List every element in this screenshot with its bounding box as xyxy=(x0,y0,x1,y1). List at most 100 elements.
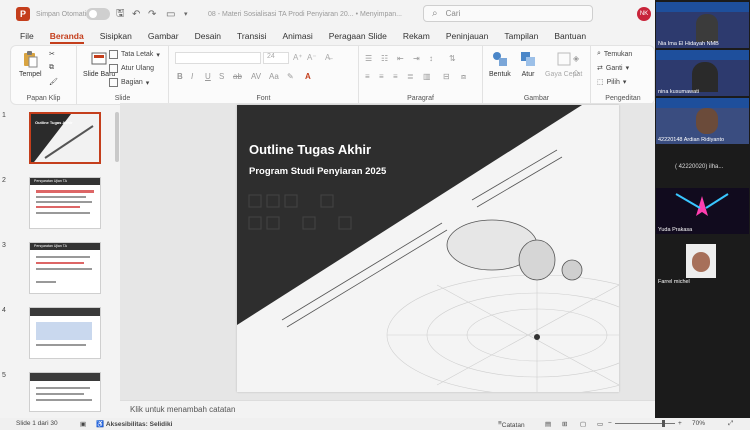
thumbnail-slide-1[interactable]: 1 Outline Tugas Akhir xyxy=(2,112,101,164)
shapes-button[interactable]: Bentuk xyxy=(489,50,511,78)
increase-indent-icon[interactable]: ⇥ xyxy=(413,54,420,63)
decrease-indent-icon[interactable]: ⇤ xyxy=(397,54,404,63)
zoom-slider-thumb[interactable] xyxy=(662,420,665,427)
slide-title[interactable]: Outline Tugas Akhir xyxy=(249,142,371,157)
columns-icon[interactable]: ▥ xyxy=(423,72,431,81)
accessibility-status[interactable]: ♿ Aksesibilitas: Selidiki xyxy=(96,420,172,428)
present-icon[interactable]: ▭ xyxy=(166,6,175,22)
zoom-out-icon[interactable]: − xyxy=(608,420,612,427)
line-spacing-icon[interactable]: ↕ xyxy=(429,54,433,63)
slide-sorter-icon[interactable]: ⊞ xyxy=(562,420,567,428)
replace-button[interactable]: ⇄ Ganti ▾ xyxy=(597,64,629,73)
tab-bantuan[interactable]: Bantuan xyxy=(546,28,594,44)
notes-pane[interactable]: Klik untuk menambah catatan xyxy=(120,400,655,418)
tab-gambar[interactable]: Gambar xyxy=(140,28,187,44)
autosave-label: Simpan Otomatis xyxy=(36,10,90,18)
slideshow-icon[interactable]: ▭ xyxy=(597,420,603,428)
thumbnail-number: 5 xyxy=(2,372,6,379)
zoom-in-icon[interactable]: + xyxy=(678,420,682,427)
quick-styles-icon xyxy=(557,52,571,66)
font-name-box[interactable] xyxy=(175,52,261,64)
thumbnail-slide-5[interactable]: 5 xyxy=(2,372,101,412)
change-case-icon[interactable]: Aa xyxy=(269,72,279,81)
tab-rekam[interactable]: Rekam xyxy=(395,28,438,44)
undo-icon[interactable]: ↶ xyxy=(132,6,140,22)
editing-group-label: Pengeditan xyxy=(605,95,641,102)
shape-fill-icon[interactable]: ◈ xyxy=(573,54,579,63)
format-painter-icon: 🖌 xyxy=(49,79,58,86)
thumbnail-slide-2[interactable]: 2 Persyaratan Ujian TA xyxy=(2,177,101,229)
tab-peninjauan[interactable]: Peninjauan xyxy=(438,28,497,44)
zoom-slider[interactable] xyxy=(615,423,675,424)
increase-font-icon[interactable]: A⁺ xyxy=(293,53,303,62)
align-center-icon[interactable]: ≡ xyxy=(379,72,384,81)
accessibility-label: Aksesibilitas: Selidiki xyxy=(105,421,173,428)
font-color-icon[interactable]: A xyxy=(305,72,311,81)
normal-view-icon[interactable]: ▤ xyxy=(545,420,551,428)
select-button[interactable]: ⬚ Pilih ▾ xyxy=(597,78,626,87)
reset-button[interactable]: Atur Ulang xyxy=(109,64,154,73)
layout-button[interactable]: Tata Letak ▾ xyxy=(109,50,160,59)
spacing-icon[interactable]: AV xyxy=(251,72,261,81)
search-box[interactable]: ⌕ Cari xyxy=(423,5,593,22)
autosave-toggle[interactable] xyxy=(86,8,110,20)
decrease-font-icon[interactable]: A⁻ xyxy=(307,53,317,62)
powerpoint-logo-icon: P xyxy=(16,7,30,21)
arrange-button[interactable]: Atur xyxy=(519,50,537,78)
tab-tampilan[interactable]: Tampilan xyxy=(496,28,546,44)
participant-tile[interactable]: Farrel michel xyxy=(656,240,749,286)
slide-subtitle[interactable]: Program Studi Penyiaran 2025 xyxy=(249,166,386,177)
notes-toggle-button[interactable]: ≡ Catatan xyxy=(498,420,525,429)
shadow-icon[interactable]: S xyxy=(219,72,224,81)
justify-icon[interactable]: ≣ xyxy=(407,72,414,81)
format-painter-button[interactable]: 🖌 xyxy=(49,78,58,86)
tab-file[interactable]: File xyxy=(12,28,42,44)
find-button[interactable]: ⌕ Temukan xyxy=(597,50,632,58)
bullets-icon[interactable]: ☰ xyxy=(365,54,372,63)
italic-icon[interactable]: I xyxy=(191,72,193,81)
find-label: Temukan xyxy=(603,50,633,58)
tab-animasi[interactable]: Animasi xyxy=(275,28,321,44)
thumbnail-scrollbar[interactable] xyxy=(115,112,119,162)
align-text-icon[interactable]: ⊟ xyxy=(443,72,450,81)
copy-button[interactable]: ⧉ xyxy=(49,64,54,72)
cut-button[interactable]: ✂ xyxy=(49,50,55,58)
tab-beranda[interactable]: Beranda xyxy=(42,28,92,44)
arrange-icon xyxy=(521,52,535,66)
participant-tile[interactable]: Yuda Prakasa xyxy=(656,188,749,234)
paste-button[interactable]: Tempel xyxy=(19,50,42,78)
shape-outline-icon[interactable]: ◇ xyxy=(573,68,579,77)
proofing-icon[interactable]: ▣ xyxy=(80,420,86,428)
zoom-level[interactable]: 70% xyxy=(692,420,705,427)
customize-toolbar-icon[interactable]: ▾ xyxy=(184,6,188,22)
tab-peragaan-slide[interactable]: Peragaan Slide xyxy=(321,28,395,44)
user-avatar[interactable]: NK xyxy=(637,7,651,21)
bold-icon[interactable]: B xyxy=(177,72,183,81)
thumbnail-slide-4[interactable]: 4 xyxy=(2,307,101,359)
redo-icon[interactable]: ↷ xyxy=(148,6,156,22)
highlight-icon[interactable]: ✎ xyxy=(287,72,294,81)
smartart-icon[interactable]: ⧈ xyxy=(461,72,466,82)
current-slide[interactable]: Outline Tugas Akhir Program Studi Penyia… xyxy=(237,105,619,392)
reading-view-icon[interactable]: ▢ xyxy=(580,420,586,428)
thumbnail-slide-3[interactable]: 3 Persyaratan Ujian TA xyxy=(2,242,101,294)
underline-icon[interactable]: U xyxy=(205,72,211,81)
strikethrough-icon[interactable]: ab xyxy=(233,72,242,81)
text-direction-icon[interactable]: ⇅ xyxy=(449,54,456,63)
align-right-icon[interactable]: ≡ xyxy=(393,72,398,81)
tab-sisipkan[interactable]: Sisipkan xyxy=(92,28,140,44)
participant-tile[interactable]: Nia Ima El Hidayah NMB xyxy=(656,2,749,48)
participant-tile[interactable]: 42220148 Ardian Ridiyanto xyxy=(656,98,749,144)
numbering-icon[interactable]: ☷ xyxy=(381,54,388,63)
clear-format-icon[interactable]: A̶ xyxy=(325,53,330,62)
section-button[interactable]: Bagian ▾ xyxy=(109,78,149,87)
tab-transisi[interactable]: Transisi xyxy=(229,28,274,44)
tab-desain[interactable]: Desain xyxy=(187,28,229,44)
chevron-down-icon: ▾ xyxy=(145,79,150,87)
fit-to-window-icon[interactable]: ⤢ xyxy=(728,420,733,428)
font-size-box[interactable]: 24 xyxy=(263,52,289,64)
align-left-icon[interactable]: ≡ xyxy=(365,72,370,81)
participant-tile[interactable]: nina kusumawati xyxy=(656,50,749,96)
participant-name: nina kusumawati xyxy=(658,89,699,95)
save-icon[interactable]: 🖫 xyxy=(116,6,125,22)
